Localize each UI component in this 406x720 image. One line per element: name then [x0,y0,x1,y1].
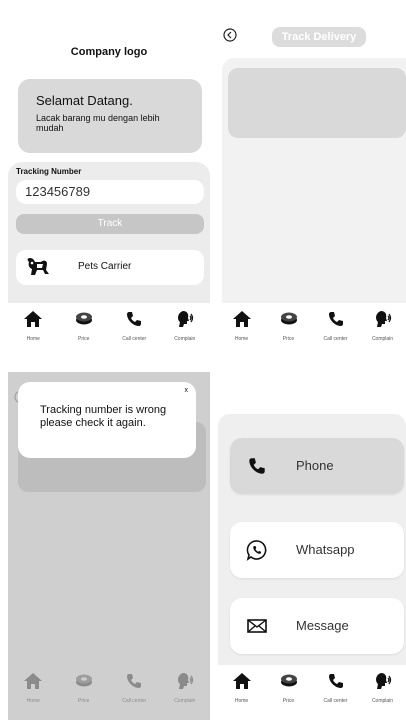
nav-label: Complain [174,336,196,342]
home-screen: Company logo Selamat Datang. Lacak baran… [8,10,210,358]
tracking-number-value: 123456789 [25,184,91,199]
nav-price[interactable]: Price [59,309,110,342]
contact-option-label: Whatsapp [296,542,355,557]
track-button[interactable]: Track [16,214,204,234]
dog-icon [27,258,49,275]
nav-label: Home [26,336,40,342]
error-dialog: x Tracking number is wrong please check … [18,382,196,458]
phone-icon [328,674,343,688]
bottom-nav: Home Price Call center Complain [8,665,210,720]
error-screen: x Tracking number is wrong please check … [8,372,210,720]
home-icon [24,673,43,689]
nav-label: Price [282,336,295,342]
nav-complain[interactable]: Complain [160,309,211,342]
welcome-card: Selamat Datang. Lacak barang mu dengan l… [18,79,202,153]
nav-price[interactable]: Price [265,671,312,704]
contact-option-phone[interactable]: Phone [230,438,404,494]
whatsapp-icon [246,540,267,561]
nav-label: Price [78,336,90,342]
contact-option-message[interactable]: Message [230,598,404,654]
money-icon [75,674,92,687]
nav-complain[interactable]: Complain [359,671,406,704]
nav-call-center: Call center [109,671,160,704]
contact-option-label: Message [296,618,349,633]
home-icon [24,311,43,327]
money-icon [75,312,92,325]
speaking-head-icon [375,673,391,689]
nav-label: Call center [323,698,348,704]
nav-home[interactable]: Home [218,671,265,704]
money-icon [280,674,297,687]
nav-label: Call center [122,336,147,342]
call-center-screen: Phone Whatsapp Message Home Price Call c… [218,372,406,720]
phone-icon [249,458,265,474]
welcome-title: Selamat Datang. [36,93,133,108]
close-icon[interactable]: x [185,387,189,394]
nav-label: Call center [323,336,348,342]
pets-carrier-label: Pets Carrier [78,261,132,272]
phone-icon [328,312,343,326]
nav-label: Home [234,336,249,342]
nav-call-center[interactable]: Call center [312,671,359,704]
nav-call-center[interactable]: Call center [312,309,359,342]
nav-complain: Complain [160,671,211,704]
delivery-card [228,68,406,138]
page-title: Track Delivery [272,27,366,47]
nav-home: Home [8,671,59,704]
nav-label: Complain [174,698,196,704]
pets-carrier-button[interactable]: Pets Carrier [16,250,204,285]
welcome-subtitle: Lacak barang mu dengan lebih mudah [36,113,160,133]
error-message: Tracking number is wrong please check it… [40,404,167,429]
nav-price: Price [59,671,110,704]
phone-icon [127,312,142,326]
speaking-head-icon [177,311,193,327]
nav-complain[interactable]: Complain [359,309,406,342]
home-icon [232,311,251,327]
contact-option-whatsapp[interactable]: Whatsapp [230,522,404,578]
nav-label: Home [234,698,249,704]
nav-label: Home [26,698,40,704]
phone-icon [127,674,142,688]
speaking-head-icon [177,673,193,689]
back-icon[interactable] [223,28,237,42]
home-icon [232,673,251,689]
nav-label: Complain [371,336,394,342]
bottom-nav: Home Price Call center Complain [218,303,406,358]
nav-label: Call center [122,698,147,704]
company-logo: Company logo [70,46,148,58]
contact-option-label: Phone [296,458,334,473]
tracking-number-label: Tracking Number [16,167,82,176]
speaking-head-icon [375,311,391,327]
bottom-nav: Home Price Call center Complain [218,665,406,720]
mail-icon [247,619,267,633]
nav-home[interactable]: Home [8,309,59,342]
track-delivery-screen: Track Delivery Home Price Call center Co… [218,10,406,358]
tracking-number-input[interactable]: 123456789 [16,180,204,204]
nav-home[interactable]: Home [218,309,265,342]
bottom-nav: Home Price Call center Complain [8,303,210,358]
nav-price[interactable]: Price [265,309,312,342]
nav-label: Complain [371,698,394,704]
nav-label: Price [78,698,90,704]
money-icon [280,312,297,325]
nav-call-center[interactable]: Call center [109,309,160,342]
nav-label: Price [282,698,295,704]
